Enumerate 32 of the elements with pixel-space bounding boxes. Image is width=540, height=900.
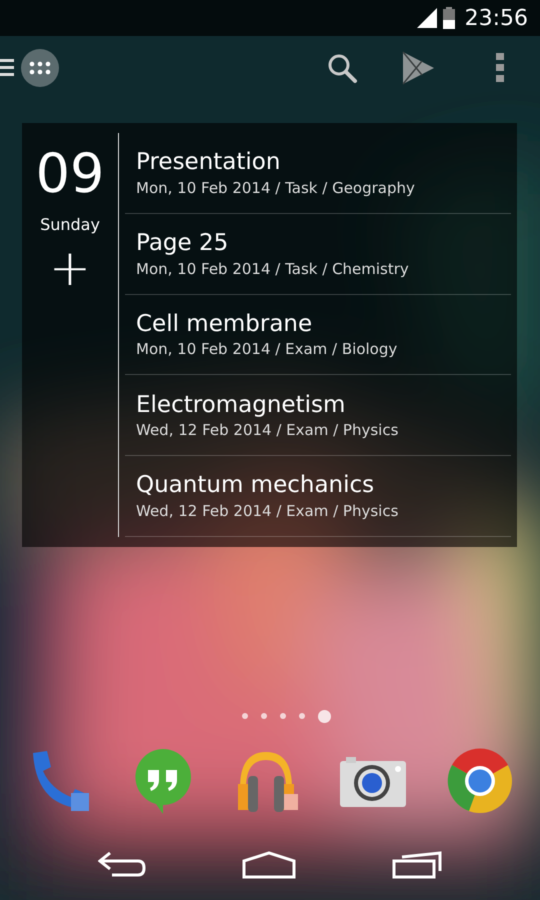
item-subtitle: Mon, 10 Feb 2014 / Task / Geography [136,178,416,198]
home-icon[interactable] [242,851,296,879]
item-subtitle: Mon, 10 Feb 2014 / Exam / Biology [136,340,398,360]
agenda-item[interactable]: Presentation Mon, 10 Feb 2014 / Task / Geography [125,133,511,214]
back-icon[interactable] [98,852,146,878]
agenda-item[interactable]: Quantum mechanics Wed, 12 Feb 2014 / Exam / Physics [125,456,511,537]
overflow-menu-icon[interactable] [496,53,504,83]
agenda-item[interactable]: Page 25 Mon, 10 Feb 2014 / Task / Chemistry [125,214,511,295]
day-number: 09 [36,147,104,201]
item-subtitle: Wed, 12 Feb 2014 / Exam / Physics [136,502,400,521]
agenda-item[interactable]: Cell membrane Mon, 10 Feb 2014 / Exam / Biology [125,294,511,376]
add-button[interactable]: + [49,243,91,293]
item-title: Cell membrane [136,310,314,338]
signal-icon [416,8,437,28]
chrome-icon[interactable] [447,748,514,814]
app-drawer-icon[interactable] [20,48,60,88]
hangouts-icon[interactable] [134,748,192,814]
battery-icon [442,7,455,29]
search-icon[interactable] [326,52,358,84]
item-title: Page 25 [136,228,230,258]
item-subtitle: Wed, 12 Feb 2014 / Exam / Physics [136,421,400,440]
item-title: Electromagnetism [136,390,346,420]
item-title: Presentation [136,148,282,177]
camera-icon[interactable] [340,755,406,807]
status-time: 23:56 [464,4,528,32]
menu-icon[interactable] [0,57,14,79]
weekday-label: Sunday [40,214,100,236]
agenda-item[interactable]: Electromagnetism Wed, 12 Feb 2014 / Exam / Physics [125,375,511,456]
item-subtitle: Mon, 10 Feb 2014 / Task / Chemistry [136,260,410,278]
play-store-icon[interactable] [402,51,434,85]
recent-apps-icon[interactable] [392,851,442,879]
item-title: Quantum mechanics [136,471,376,500]
